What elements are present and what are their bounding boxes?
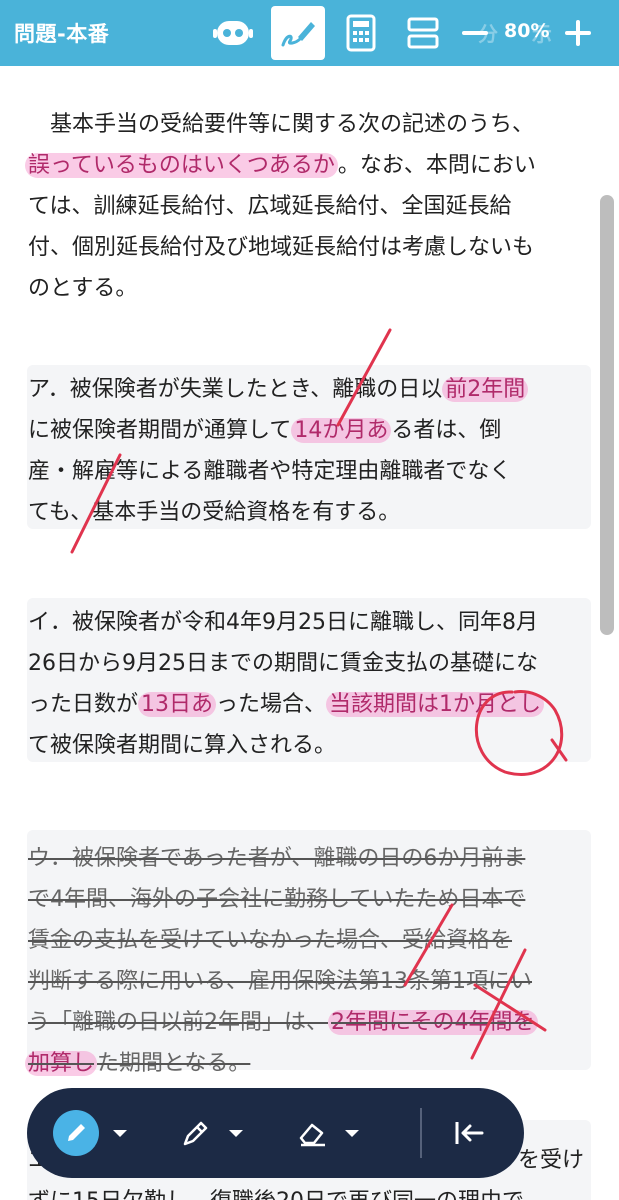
zoom-level: 80%: [504, 20, 550, 42]
choice-i-text: イ．被保険者が令和4年9月25日に離職し、同年8月 26日から9月25日までの期…: [28, 602, 588, 766]
pen-icon[interactable]: [53, 1110, 99, 1156]
chevron-down-icon: [345, 1130, 359, 1137]
collapse-left-icon[interactable]: [452, 1108, 486, 1158]
question-line: 付、個別延長給付及び地域延長給付は考慮しないも: [28, 235, 535, 260]
annotation-toolbar: [27, 1088, 524, 1178]
pen-signature-icon[interactable]: [271, 6, 325, 60]
question-line: ては、訓練延長給付、広域延長給付、全国延長給: [28, 194, 512, 219]
zoom-out-icon[interactable]: [462, 31, 488, 35]
question-stem: 基本手当の受給要件等に関する次の記述のうち、 誤っているものはいくつあるか 。なお…: [25, 104, 588, 309]
eraser-icon: [299, 1123, 325, 1147]
highlight-mark: 2年間にその4年間を: [328, 1010, 538, 1035]
eraser-tool[interactable]: [295, 1108, 361, 1158]
split-view-icon[interactable]: [396, 6, 450, 60]
chevron-down-icon: [229, 1130, 243, 1137]
chevron-down-icon: [113, 1130, 127, 1137]
highlight-mark: 前2年間: [442, 377, 529, 402]
highlight-mark: 14か月あ: [291, 418, 392, 443]
scrollbar-thumb[interactable]: [600, 195, 614, 635]
question-line: 基本手当の受給要件等に関する次の記述のうち、: [28, 112, 535, 137]
question-line: 誤っているものはいくつあるか 。なお、本問におい: [25, 145, 588, 186]
question-line: のとする。: [28, 276, 138, 301]
calculator-icon[interactable]: [334, 6, 388, 60]
toolbar-divider: [420, 1108, 422, 1158]
highlight-mark: 当該期間は1か月とし: [326, 692, 545, 717]
highlight-mark: 13日あ: [138, 692, 217, 717]
pen-tool[interactable]: [53, 1108, 129, 1158]
highlighter-icon: [183, 1121, 208, 1146]
highlight-mark: 加算し: [25, 1051, 98, 1076]
highlighter-tool[interactable]: [179, 1108, 245, 1158]
choice-a-text: ア．被保険者が失業したとき、離職の日以 前2年間 に被保険者期間が通算して 14か月…: [28, 369, 588, 533]
highlight-mark: 誤っているものはいくつあるか: [25, 153, 338, 178]
page-title: 問題-本番: [14, 22, 110, 46]
robot-icon[interactable]: [206, 6, 260, 60]
choice-u-text: ウ．被保険者であった者が、離職の日の6か月前ま で4年間、海外の子会社に勤務して…: [25, 838, 588, 1084]
app-header: 問題-本番 分 示 80%: [0, 0, 619, 66]
